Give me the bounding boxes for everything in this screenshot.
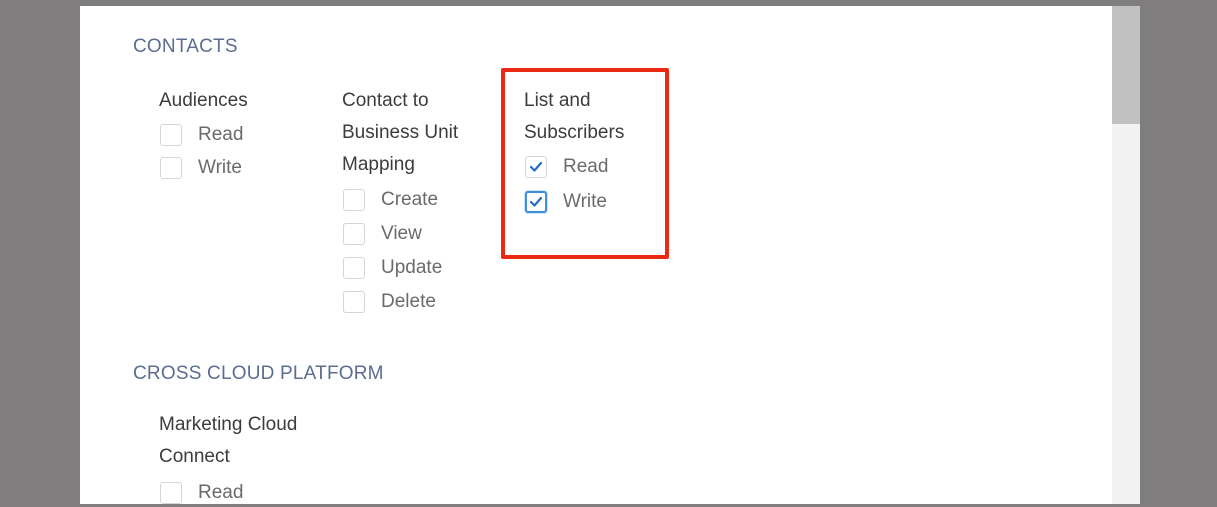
audiences-write-label: Write (198, 157, 242, 178)
audiences-read-label: Read (198, 124, 244, 145)
group-title-marketing-cloud-connect: Marketing Cloud Connect (159, 409, 297, 473)
section-title-contacts: CONTACTS (133, 36, 238, 57)
mc-connect-read-checkbox[interactable] (160, 482, 182, 504)
group-title-line: Business Unit (342, 122, 459, 143)
contact-bu-create-option[interactable]: Create (343, 186, 438, 214)
audiences-read-checkbox[interactable] (160, 124, 182, 146)
contact-bu-delete-option[interactable]: Delete (343, 288, 436, 316)
group-title-audiences: Audiences (159, 90, 248, 111)
mc-connect-read-label: Read (198, 482, 244, 503)
group-title-line: Contact to (342, 90, 429, 111)
audiences-write-checkbox[interactable] (160, 157, 182, 179)
audiences-write-option[interactable]: Write (160, 154, 242, 182)
contact-bu-create-checkbox[interactable] (343, 189, 365, 211)
contact-bu-update-option[interactable]: Update (343, 254, 442, 282)
group-title-line: Marketing Cloud (159, 414, 298, 435)
contact-bu-view-checkbox[interactable] (343, 223, 365, 245)
contact-bu-view-label: View (381, 223, 422, 244)
section-title-cross-cloud-platform: CROSS CLOUD PLATFORM (133, 363, 384, 384)
contact-bu-update-label: Update (381, 257, 443, 278)
contact-bu-update-checkbox[interactable] (343, 257, 365, 279)
mc-connect-read-option[interactable]: Read (160, 479, 243, 507)
scrollbar-thumb[interactable] (1112, 6, 1140, 124)
highlight-box (501, 68, 669, 259)
group-title-contact-bu-mapping: Contact to Business Unit Mapping (342, 85, 458, 181)
audiences-read-option[interactable]: Read (160, 121, 243, 149)
group-title-line: Connect (159, 446, 230, 467)
contact-bu-delete-label: Delete (381, 291, 436, 312)
contact-bu-delete-checkbox[interactable] (343, 291, 365, 313)
contact-bu-view-option[interactable]: View (343, 220, 422, 248)
contact-bu-create-label: Create (381, 189, 439, 210)
group-title-line: Mapping (342, 154, 415, 175)
